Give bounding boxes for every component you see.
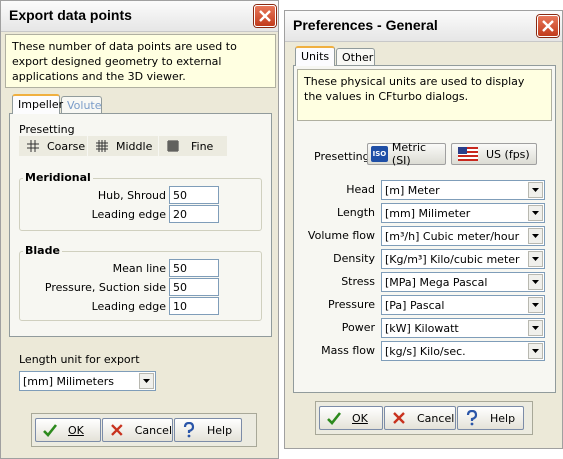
close-icon [259,10,271,22]
close-icon [542,20,554,32]
iso-icon: ISO [371,146,388,162]
close-button[interactable] [537,15,559,37]
unit-label-head: Head [346,183,375,196]
button-row: OK Cancel Help [315,401,533,435]
chevron-down-icon [532,188,539,192]
chevron-down-icon [532,303,539,307]
preset-us-button[interactable]: US (fps) [451,143,537,165]
unit-label-power: Power [341,321,375,334]
preset-metric-button[interactable]: ISO Metric (SI) [367,141,446,167]
preset-fine-button[interactable]: Fine [159,136,227,156]
help-question-icon [183,422,195,438]
tab-other[interactable]: Other [336,48,375,66]
us-flag-icon [458,147,478,161]
checkmark-icon [327,412,342,425]
unit-select-density[interactable]: [Kg/m³] Kilo/cubic meter [381,249,545,269]
chevron-down-icon [143,379,150,383]
info-box: These number of data points are used to … [5,34,276,88]
hub-shroud-label: Hub, Shroud [97,189,166,202]
fine-grid-icon [167,140,179,152]
length-unit-label: Length unit for export [19,353,140,366]
length-unit-value: [mm] Milimeters [23,375,114,388]
unit-label-density: Density [333,252,375,265]
blade-leading-edge-label: Leading edge [91,300,166,313]
unit-select-mass-flow[interactable]: [kg/s] Kilo/sec. [381,341,545,361]
help-button[interactable]: Help [174,418,242,442]
export-data-points-dialog: Export data points These number of data … [0,0,279,459]
unit-select-pressure[interactable]: [Pa] Pascal [381,295,545,315]
dropdown-button[interactable] [139,373,154,389]
preset-middle-button[interactable]: Middle [88,136,158,156]
dialog-title: Export data points [9,7,132,23]
units-panel: These physical units are used to display… [293,65,556,393]
mean-line-field[interactable]: 50 [169,259,219,277]
dropdown-button[interactable] [528,274,543,290]
presetting-label: Presetting [314,150,370,163]
hub-shroud-field[interactable]: 50 [169,186,219,204]
help-button[interactable]: Help [457,406,524,430]
ok-button[interactable]: OK [319,406,383,430]
chevron-down-icon [532,280,539,284]
ok-button[interactable]: OK [35,418,101,442]
dialog-title: Preferences - General [293,17,438,33]
coarse-grid-icon [27,140,39,152]
blade-group: Blade Mean line 50 Pressure, Suction sid… [19,244,262,321]
checkmark-icon [43,424,58,437]
chevron-down-icon [532,326,539,330]
pressure-suction-label: Pressure, Suction side [44,281,166,294]
unit-select-stress[interactable]: [MPa] Mega Pascal [381,272,545,292]
cross-icon [111,424,123,436]
meridional-group: Meridional Hub, Shroud 50 Leading edge 2… [19,171,262,231]
chevron-down-icon [532,234,539,238]
unit-select-head[interactable]: [m] Meter [381,180,545,200]
middle-grid-icon [96,140,108,152]
preset-coarse-button[interactable]: Coarse [19,136,87,156]
cross-icon [393,412,405,424]
unit-label-volume-flow: Volume flow [307,229,375,242]
pressure-suction-field[interactable]: 50 [169,278,219,296]
info-box: These physical units are used to display… [297,69,552,121]
chevron-down-icon [532,211,539,215]
title-bar: Preferences - General [285,11,562,42]
unit-label-pressure: Pressure [328,298,375,311]
dropdown-button[interactable] [528,182,543,198]
unit-select-volume-flow[interactable]: [m³/h] Cubic meter/hour [381,226,545,246]
dropdown-button[interactable] [528,297,543,313]
dropdown-button[interactable] [528,343,543,359]
title-bar: Export data points [1,1,278,32]
dropdown-button[interactable] [528,251,543,267]
tab-volute[interactable]: Volute [61,96,102,114]
tab-units[interactable]: Units [295,46,335,66]
unit-label-stress: Stress [341,275,375,288]
chevron-down-icon [532,257,539,261]
close-button[interactable] [254,5,276,27]
cancel-button[interactable]: Cancel [384,406,456,430]
unit-select-length[interactable]: [mm] Milimeter [381,203,545,223]
tab-impeller[interactable]: Impeller [12,94,63,114]
meridional-leading-edge-field[interactable]: 20 [169,205,219,223]
length-unit-select[interactable]: [mm] Milimeters [19,371,156,391]
dropdown-button[interactable] [528,205,543,221]
mean-line-label: Mean line [112,262,166,275]
meridional-leading-edge-label: Leading edge [91,208,166,221]
info-text: These physical units are used to display… [304,75,525,103]
dropdown-button[interactable] [528,320,543,336]
meridional-title: Meridional [23,171,93,184]
preferences-general-dialog: Preferences - General Units Other These … [284,10,563,449]
unit-label-length: Length [337,206,375,219]
impeller-panel: Presetting Coarse Middle Fine Meridional… [9,113,272,337]
unit-select-power[interactable]: [kW] Kilowatt [381,318,545,338]
presetting-label: Presetting [19,123,75,136]
dropdown-button[interactable] [528,228,543,244]
cancel-button[interactable]: Cancel [102,418,173,442]
button-row: OK Cancel Help [31,413,257,447]
help-question-icon [466,410,478,426]
info-text: These number of data points are used to … [12,40,237,83]
unit-label-mass-flow: Mass flow [321,344,375,357]
blade-title: Blade [23,244,62,257]
chevron-down-icon [532,349,539,353]
blade-leading-edge-field[interactable]: 10 [169,297,219,315]
